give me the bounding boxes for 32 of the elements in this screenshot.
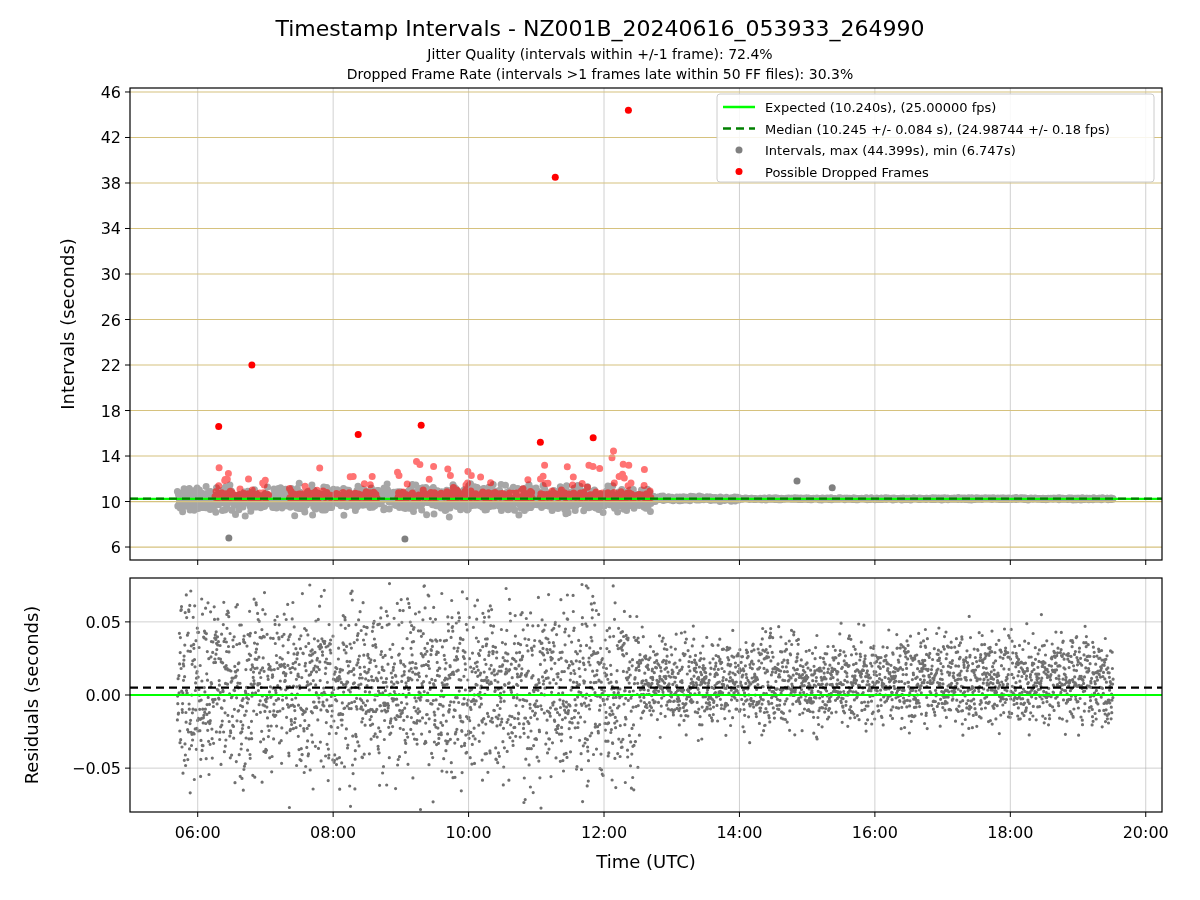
y-tick-label: 18: [100, 401, 121, 421]
y-tick-label: 14: [100, 447, 121, 466]
y-tick-label: 30: [100, 265, 121, 284]
x-tick-label: 10:00: [445, 823, 492, 842]
x-tick-label: 14:00: [716, 823, 763, 842]
x-tick-label: 06:00: [174, 823, 221, 842]
legend-label: Expected (10.240s), (25.00000 fps): [765, 100, 997, 115]
y-tick-label: 22: [100, 356, 121, 375]
y-tick-label: 34: [100, 219, 121, 239]
y-tick-label: 6: [110, 538, 121, 558]
x-tick-label: 16:00: [851, 823, 898, 842]
x-tick-label: 20:00: [1122, 823, 1169, 842]
x-tick-label: 12:00: [580, 823, 628, 842]
figure-title: Timestamp Intervals - NZ001B_20240616_053933_264990: [275, 15, 925, 44]
y-tick-label: 38: [100, 174, 121, 193]
y-axis-label: Intervals (seconds): [57, 238, 78, 410]
y-tick-label: 46: [100, 85, 121, 102]
x-axis-label: Time (UTC): [596, 851, 696, 872]
y-tick-label: 10: [100, 492, 121, 512]
figure-subtitle: Dropped Frame Rate (intervals >1 frames late within 50 FF files): 30.3%: [346, 65, 854, 84]
x-tick-label: 08:00: [310, 823, 357, 842]
y-tick-label: 0.00: [85, 686, 121, 705]
y-tick-label: −0.05: [71, 759, 121, 779]
legend-label: Median (10.245 +/- 0.084 s), (24.98744 +/- 0.18 fps): [765, 121, 1110, 137]
y-tick-label: 0.05: [85, 612, 121, 632]
y-tick-label: 26: [100, 310, 121, 330]
y-tick-label: 42: [100, 128, 121, 148]
x-tick-label: 18:00: [987, 823, 1034, 842]
figure-subtitle: Jitter Quality (intervals within +/-1 frame): 72.4%: [427, 45, 773, 64]
y-axis-label: Residuals (seconds): [21, 605, 42, 785]
legend-label: Possible Dropped Frames: [765, 164, 929, 180]
legend-label: Intervals, max (44.399s), min (6.747s): [765, 143, 1016, 158]
